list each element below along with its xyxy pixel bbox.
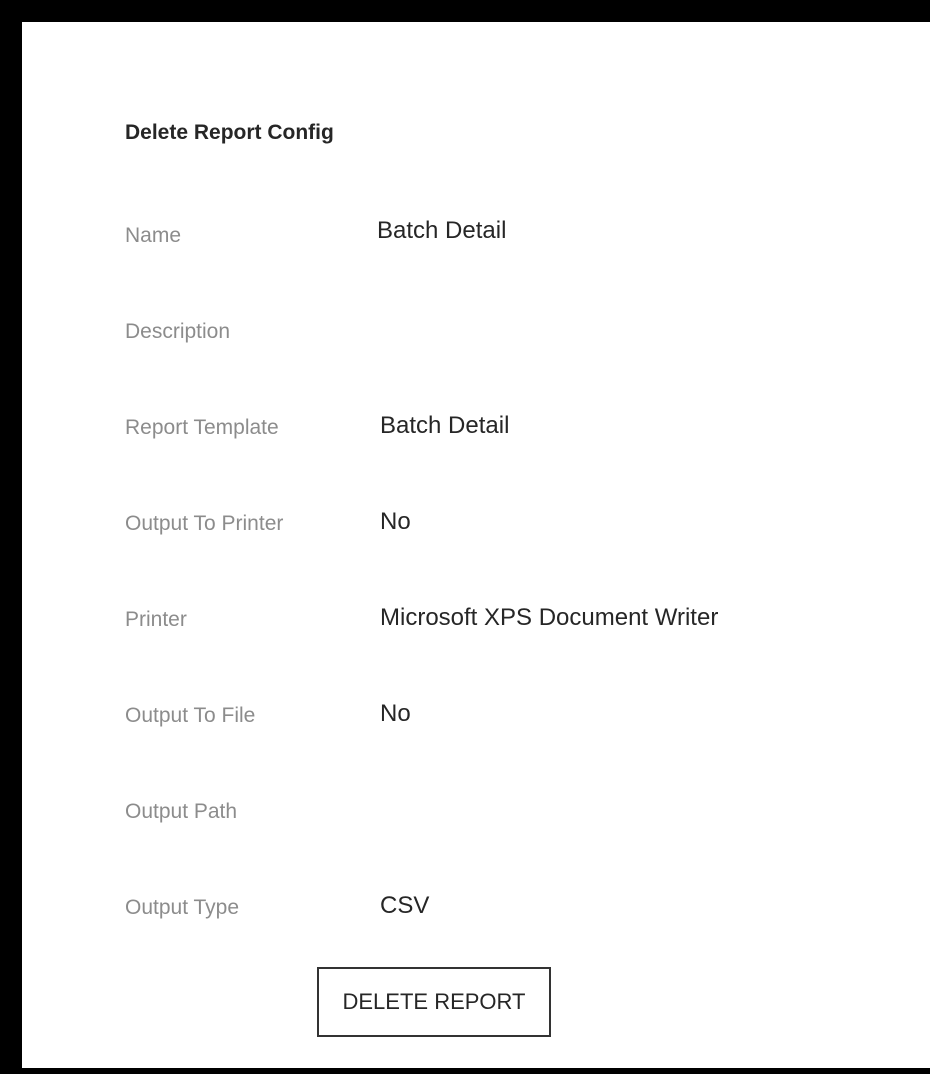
field-value-name: Batch Detail [377,217,507,244]
field-row-name: Name Batch Detail [22,212,930,252]
field-label-printer: Printer [125,608,187,631]
field-label-output-type: Output Type [125,896,240,919]
field-row-output-to-file: Output To File No [22,692,930,732]
field-label-name: Name [125,224,182,247]
field-label-report-template: Report Template [125,416,279,439]
field-value-output-to-printer: No [380,508,411,535]
page-title: Delete Report Config [125,121,334,144]
delete-report-config-panel: Delete Report Config Name Batch Detail D… [22,22,930,1068]
field-label-description: Description [125,320,231,343]
field-row-output-path: Output Path [22,788,930,828]
field-label-output-to-file: Output To File [125,704,256,727]
field-value-output-to-file: No [380,700,411,727]
field-value-printer: Microsoft XPS Document Writer [380,604,719,631]
field-row-description: Description [22,308,930,348]
field-value-output-type: CSV [380,892,430,919]
field-label-output-path: Output Path [125,800,238,823]
field-label-output-to-printer: Output To Printer [125,512,284,535]
field-row-output-type: Output Type CSV [22,884,930,924]
field-row-output-to-printer: Output To Printer No [22,500,930,540]
field-row-report-template: Report Template Batch Detail [22,404,930,444]
field-row-printer: Printer Microsoft XPS Document Writer [22,596,930,636]
field-value-report-template: Batch Detail [380,412,510,439]
delete-report-button[interactable]: DELETE REPORT [317,967,551,1037]
